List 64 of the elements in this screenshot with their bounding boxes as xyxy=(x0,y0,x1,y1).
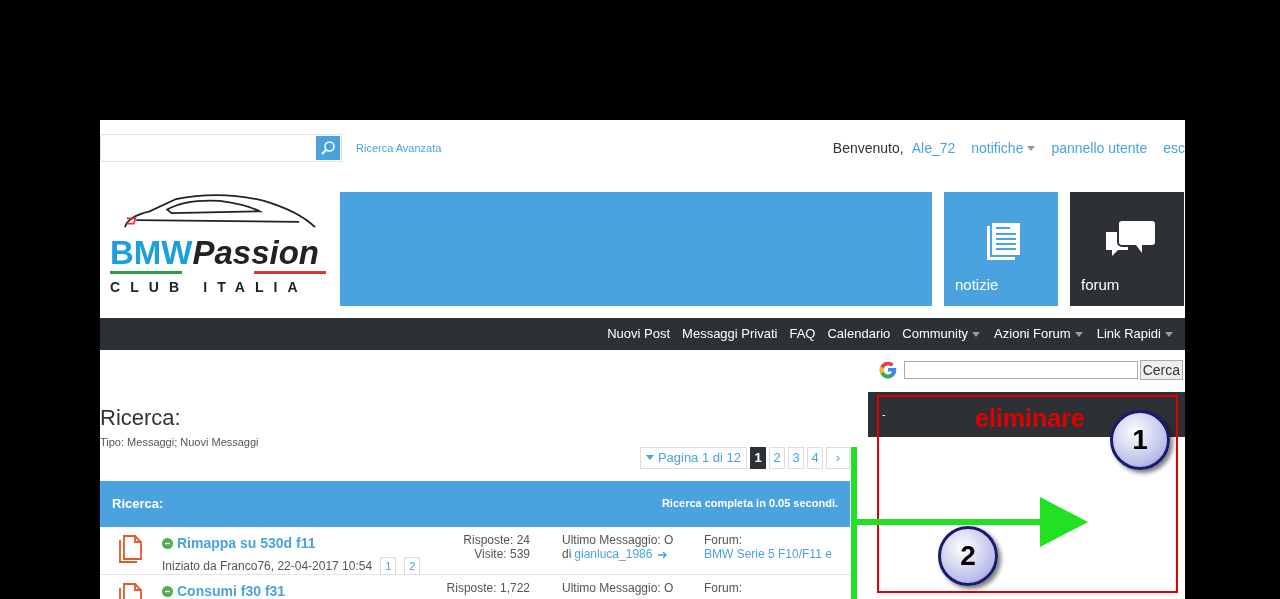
thread-title-link[interactable]: Consumi f30 f31 xyxy=(177,580,286,599)
subforum-link[interactable]: BMW Serie 5 F10/F11 e xyxy=(704,546,832,561)
views-count: Visite: 539 xyxy=(474,546,530,561)
logo[interactable]: BMWPassion CLUB ITALIA xyxy=(100,192,338,306)
logo-text: BMW xyxy=(110,236,193,269)
page-link[interactable]: 2 xyxy=(769,446,785,469)
results-title: Ricerca: xyxy=(112,494,164,513)
nav-link[interactable]: Azioni Forum xyxy=(994,324,1085,344)
next-page-link[interactable]: › xyxy=(826,446,850,469)
tile-link[interactable]: notizie xyxy=(944,192,1058,306)
page-title: Ricerca: xyxy=(100,407,182,429)
page-link[interactable]: 1 xyxy=(750,446,766,469)
tile-label: forum xyxy=(1081,274,1120,295)
user-menu-link[interactable]: notifiche xyxy=(971,137,1036,159)
forum-label: Forum: xyxy=(704,580,742,595)
status-icon xyxy=(162,537,173,549)
sidebar-title: - xyxy=(882,407,886,423)
search-button[interactable] xyxy=(316,136,340,160)
last-post-by: di xyxy=(562,546,572,561)
replies-count: Risposte: 24 xyxy=(462,532,530,547)
replies-count: Risposte: 1,722 xyxy=(445,580,530,595)
arrow-right-icon xyxy=(658,549,669,560)
google-search-button[interactable]: Cerca xyxy=(1139,360,1183,380)
annotation-label: eliminare xyxy=(975,406,1085,431)
user-menu-link[interactable]: esc xyxy=(1163,137,1185,159)
thread-page-link[interactable]: 2 xyxy=(404,556,421,575)
page-dropdown[interactable]: Pagina 1 di 12 xyxy=(639,446,747,469)
caret-icon xyxy=(645,455,654,460)
nav-link[interactable]: Messaggi Privati xyxy=(682,324,778,344)
last-post-label: Ultimo Messaggio: O xyxy=(562,580,675,595)
last-post-user-link[interactable]: gianluca_1986 xyxy=(574,546,653,561)
nav-link[interactable]: Community xyxy=(902,324,983,344)
thread-page-link[interactable]: 1 xyxy=(380,556,397,575)
caret-icon xyxy=(972,331,981,337)
username-link[interactable]: Ale_72 xyxy=(911,137,956,159)
caret-icon xyxy=(1074,331,1083,337)
advanced-search-link[interactable]: Ricerca Avanzata xyxy=(356,139,442,157)
nav-link[interactable]: FAQ xyxy=(789,324,816,344)
nav-link[interactable]: Link Rapidi xyxy=(1096,324,1175,344)
forum-label: Forum: xyxy=(704,532,743,547)
logo-subtitle: CLUB ITALIA xyxy=(110,278,309,297)
numbered-marker: 1 xyxy=(1110,410,1170,470)
caret-icon xyxy=(1027,145,1036,151)
user-menu-link[interactable]: pannello utente xyxy=(1051,137,1148,159)
numbered-marker: 2 xyxy=(938,526,998,586)
thread-title-link[interactable]: Rimappa su 530d f11 xyxy=(177,532,316,554)
last-post-label: Ultimo Messaggio: O xyxy=(562,532,675,547)
nav-link[interactable]: Calendario xyxy=(827,324,891,344)
search-time: Ricerca completa in 0.05 secondi. xyxy=(661,496,838,512)
page-link[interactable]: 4 xyxy=(807,446,823,469)
search-icon xyxy=(320,140,336,156)
tile-link[interactable]: forum xyxy=(1070,192,1184,306)
thread-starter: Iniziato da Franco76, 22-04-2017 10:54 xyxy=(162,557,373,575)
document-icon xyxy=(119,534,143,563)
logo-text: Passion xyxy=(192,236,320,269)
search-field[interactable] xyxy=(100,134,342,162)
page-link[interactable]: 3 xyxy=(788,446,804,469)
tile-label: notizie xyxy=(955,274,999,295)
google-search-field[interactable] xyxy=(903,361,1138,379)
google-icon xyxy=(877,360,898,380)
page-subtitle: Tipo: Messaggi; Nuovi Messaggi xyxy=(100,435,259,450)
welcome-text: Benvenuto, xyxy=(832,138,904,158)
nav-link[interactable]: Nuovi Post xyxy=(607,324,671,344)
caret-icon xyxy=(1165,331,1173,337)
